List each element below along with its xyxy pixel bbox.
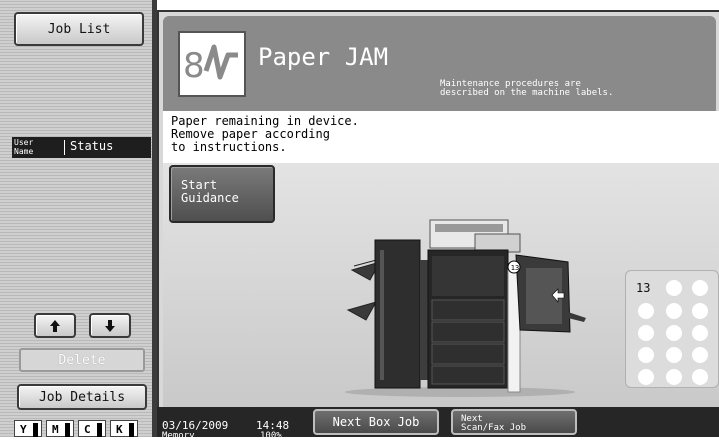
toner-c-label: C — [84, 423, 91, 436]
toner-m-bar — [65, 423, 70, 437]
toner-levels: Y M C K — [14, 420, 144, 437]
memory-value: 100% — [260, 431, 282, 441]
job-list-button[interactable]: Job List — [14, 12, 144, 46]
jam-location-number: 13 — [636, 281, 651, 295]
column-separator — [64, 140, 65, 155]
location-dot — [666, 280, 682, 296]
svg-text:8: 8 — [183, 46, 205, 86]
location-dot — [666, 369, 682, 385]
memory-label: Memory — [162, 431, 195, 441]
toner-k-label: K — [116, 423, 123, 436]
toner-m-label: M — [52, 423, 59, 436]
location-dot — [666, 347, 682, 363]
arrow-down-icon — [105, 319, 115, 332]
status-column-header: Status — [70, 139, 114, 153]
delete-button[interactable]: Delete — [19, 348, 145, 372]
toner-m: M — [46, 420, 74, 437]
next-scan-fax-job-button[interactable]: Next Scan/Fax Job — [451, 409, 577, 435]
toner-k-bar — [129, 423, 134, 437]
toner-y-bar — [33, 423, 38, 437]
jam-location-panel: 13 — [625, 270, 719, 388]
error-header: 8 Paper JAM Maintenance procedures are d… — [163, 16, 716, 111]
maintenance-note: Maintenance procedures are described on … — [440, 79, 614, 98]
location-dot — [666, 325, 682, 341]
job-details-button[interactable]: Job Details — [17, 384, 147, 410]
jam-location-marker: 13 — [510, 264, 520, 272]
scroll-up-button[interactable] — [34, 313, 76, 338]
location-dot — [692, 280, 708, 296]
page-title: Paper JAM — [258, 43, 389, 71]
toner-c-bar — [97, 423, 102, 437]
jam-message: Paper remaining in device. Remove paper … — [171, 114, 359, 154]
location-dot — [692, 325, 708, 341]
toner-c: C — [78, 420, 106, 437]
location-dot — [638, 303, 654, 319]
location-dot — [692, 347, 708, 363]
paper-jam-icon: 8 — [178, 31, 246, 97]
start-guidance-button[interactable]: Start Guidance — [169, 165, 275, 223]
location-dot — [638, 369, 654, 385]
message-area: Paper remaining in device. Remove paper … — [163, 111, 719, 163]
job-list-header: User Name Status — [12, 137, 151, 158]
scroll-down-button[interactable] — [89, 313, 131, 338]
location-dot — [692, 303, 708, 319]
location-dot — [666, 303, 682, 319]
toner-y-label: Y — [20, 423, 27, 436]
next-box-job-button[interactable]: Next Box Job — [313, 409, 439, 435]
location-dot — [638, 347, 654, 363]
arrow-up-icon — [50, 319, 60, 332]
toner-y: Y — [14, 420, 42, 437]
toner-k: K — [110, 420, 138, 437]
location-dot — [692, 369, 708, 385]
user-name-column-header: User Name — [14, 138, 34, 156]
location-dot — [638, 325, 654, 341]
machine-illustration — [345, 219, 586, 397]
